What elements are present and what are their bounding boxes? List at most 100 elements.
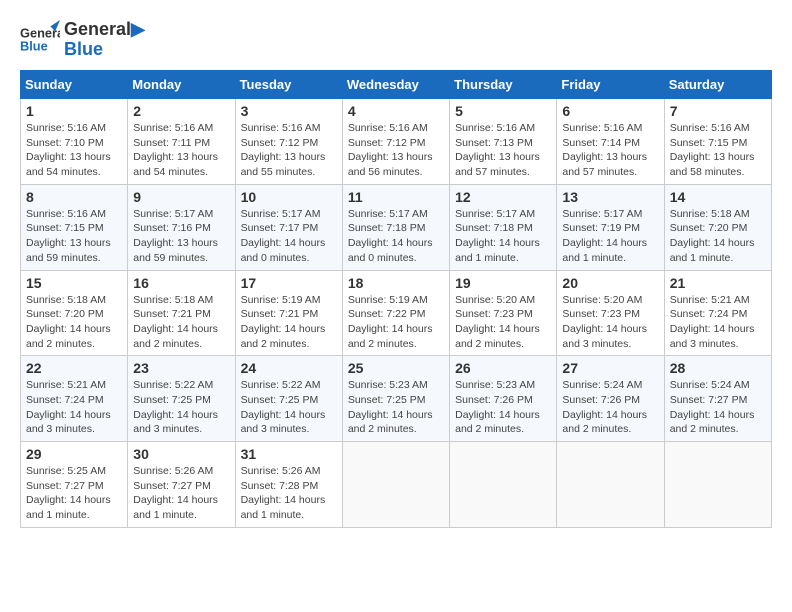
calendar-cell — [557, 442, 664, 528]
day-number: 26 — [455, 360, 551, 376]
calendar-header-row: SundayMondayTuesdayWednesdayThursdayFrid… — [21, 71, 772, 99]
calendar-cell: 17 Sunrise: 5:19 AM Sunset: 7:21 PM Dayli… — [235, 270, 342, 356]
day-info: Sunrise: 5:17 AM Sunset: 7:18 PM Dayligh… — [348, 207, 444, 266]
day-number: 30 — [133, 446, 229, 462]
day-number: 28 — [670, 360, 766, 376]
day-info: Sunrise: 5:26 AM Sunset: 7:28 PM Dayligh… — [241, 464, 337, 523]
day-number: 27 — [562, 360, 658, 376]
calendar-cell: 2 Sunrise: 5:16 AM Sunset: 7:11 PM Daylig… — [128, 99, 235, 185]
day-info: Sunrise: 5:17 AM Sunset: 7:18 PM Dayligh… — [455, 207, 551, 266]
day-info: Sunrise: 5:25 AM Sunset: 7:27 PM Dayligh… — [26, 464, 122, 523]
day-info: Sunrise: 5:22 AM Sunset: 7:25 PM Dayligh… — [133, 378, 229, 437]
day-info: Sunrise: 5:24 AM Sunset: 7:27 PM Dayligh… — [670, 378, 766, 437]
calendar-cell: 5Sunrise: 5:16 AM Sunset: 7:13 PM Daylig… — [450, 99, 557, 185]
calendar-cell: 25Sunrise: 5:23 AM Sunset: 7:25 PM Dayli… — [342, 356, 449, 442]
day-number: 6 — [562, 103, 658, 119]
header-thursday: Thursday — [450, 71, 557, 99]
calendar-cell: 3 Sunrise: 5:16 AM Sunset: 7:12 PM Daylig… — [235, 99, 342, 185]
day-info: Sunrise: 5:16 AM Sunset: 7:15 PM Dayligh… — [26, 207, 122, 266]
day-info: Sunrise: 5:24 AM Sunset: 7:26 PM Dayligh… — [562, 378, 658, 437]
day-info: Sunrise: 5:19 AM Sunset: 7:22 PM Dayligh… — [348, 293, 444, 352]
calendar-cell: 1 Sunrise: 5:16 AM Sunset: 7:10 PM Daylig… — [21, 99, 128, 185]
calendar-cell: 22 Sunrise: 5:21 AM Sunset: 7:24 PM Dayli… — [21, 356, 128, 442]
day-number: 10 — [241, 189, 337, 205]
calendar-cell: 18 Sunrise: 5:19 AM Sunset: 7:22 PM Dayli… — [342, 270, 449, 356]
calendar-cell: 27 Sunrise: 5:24 AM Sunset: 7:26 PM Dayli… — [557, 356, 664, 442]
day-number: 22 — [26, 360, 122, 376]
calendar-cell — [450, 442, 557, 528]
day-number: 21 — [670, 275, 766, 291]
day-info: Sunrise: 5:21 AM Sunset: 7:24 PM Dayligh… — [670, 293, 766, 352]
day-number: 3 — [241, 103, 337, 119]
day-info: Sunrise: 5:16 AM Sunset: 7:12 PM Dayligh… — [241, 121, 337, 180]
calendar-table: SundayMondayTuesdayWednesdayThursdayFrid… — [20, 70, 772, 528]
header-saturday: Saturday — [664, 71, 771, 99]
calendar-cell — [664, 442, 771, 528]
calendar-cell: 11 Sunrise: 5:17 AM Sunset: 7:18 PM Dayli… — [342, 184, 449, 270]
calendar-cell: 29Sunrise: 5:25 AM Sunset: 7:27 PM Dayli… — [21, 442, 128, 528]
day-info: Sunrise: 5:16 AM Sunset: 7:14 PM Dayligh… — [562, 121, 658, 180]
day-info: Sunrise: 5:19 AM Sunset: 7:21 PM Dayligh… — [241, 293, 337, 352]
calendar-cell — [342, 442, 449, 528]
logo: General Blue General▶ Blue — [20, 20, 145, 60]
day-info: Sunrise: 5:22 AM Sunset: 7:25 PM Dayligh… — [241, 378, 337, 437]
day-info: Sunrise: 5:18 AM Sunset: 7:21 PM Dayligh… — [133, 293, 229, 352]
day-info: Sunrise: 5:23 AM Sunset: 7:25 PM Dayligh… — [348, 378, 444, 437]
calendar-cell: 24Sunrise: 5:22 AM Sunset: 7:25 PM Dayli… — [235, 356, 342, 442]
calendar-week-3: 15Sunrise: 5:18 AM Sunset: 7:20 PM Dayli… — [21, 270, 772, 356]
day-number: 1 — [26, 103, 122, 119]
calendar-cell: 12Sunrise: 5:17 AM Sunset: 7:18 PM Dayli… — [450, 184, 557, 270]
day-number: 20 — [562, 275, 658, 291]
calendar-cell: 8 Sunrise: 5:16 AM Sunset: 7:15 PM Daylig… — [21, 184, 128, 270]
day-number: 5 — [455, 103, 551, 119]
day-number: 7 — [670, 103, 766, 119]
calendar-cell: 21 Sunrise: 5:21 AM Sunset: 7:24 PM Dayli… — [664, 270, 771, 356]
day-info: Sunrise: 5:16 AM Sunset: 7:12 PM Dayligh… — [348, 121, 444, 180]
day-info: Sunrise: 5:20 AM Sunset: 7:23 PM Dayligh… — [562, 293, 658, 352]
day-info: Sunrise: 5:16 AM Sunset: 7:10 PM Dayligh… — [26, 121, 122, 180]
day-number: 18 — [348, 275, 444, 291]
day-number: 11 — [348, 189, 444, 205]
day-number: 9 — [133, 189, 229, 205]
day-number: 31 — [241, 446, 337, 462]
header-wednesday: Wednesday — [342, 71, 449, 99]
logo-line1: General▶ — [64, 20, 145, 40]
calendar-cell: 4 Sunrise: 5:16 AM Sunset: 7:12 PM Daylig… — [342, 99, 449, 185]
day-number: 13 — [562, 189, 658, 205]
day-number: 17 — [241, 275, 337, 291]
day-info: Sunrise: 5:17 AM Sunset: 7:16 PM Dayligh… — [133, 207, 229, 266]
calendar-week-2: 8 Sunrise: 5:16 AM Sunset: 7:15 PM Daylig… — [21, 184, 772, 270]
day-number: 19 — [455, 275, 551, 291]
calendar-cell: 31 Sunrise: 5:26 AM Sunset: 7:28 PM Dayli… — [235, 442, 342, 528]
calendar-week-5: 29Sunrise: 5:25 AM Sunset: 7:27 PM Dayli… — [21, 442, 772, 528]
calendar-cell: 6 Sunrise: 5:16 AM Sunset: 7:14 PM Daylig… — [557, 99, 664, 185]
day-number: 4 — [348, 103, 444, 119]
page-header: General Blue General▶ Blue — [20, 20, 772, 60]
day-info: Sunrise: 5:21 AM Sunset: 7:24 PM Dayligh… — [26, 378, 122, 437]
day-info: Sunrise: 5:17 AM Sunset: 7:19 PM Dayligh… — [562, 207, 658, 266]
header-sunday: Sunday — [21, 71, 128, 99]
svg-text:Blue: Blue — [20, 38, 48, 53]
calendar-cell: 23 Sunrise: 5:22 AM Sunset: 7:25 PM Dayli… — [128, 356, 235, 442]
day-number: 23 — [133, 360, 229, 376]
calendar-cell: 15Sunrise: 5:18 AM Sunset: 7:20 PM Dayli… — [21, 270, 128, 356]
day-info: Sunrise: 5:20 AM Sunset: 7:23 PM Dayligh… — [455, 293, 551, 352]
calendar-cell: 13 Sunrise: 5:17 AM Sunset: 7:19 PM Dayli… — [557, 184, 664, 270]
day-number: 14 — [670, 189, 766, 205]
day-number: 8 — [26, 189, 122, 205]
calendar-cell: 9 Sunrise: 5:17 AM Sunset: 7:16 PM Daylig… — [128, 184, 235, 270]
header-friday: Friday — [557, 71, 664, 99]
day-info: Sunrise: 5:26 AM Sunset: 7:27 PM Dayligh… — [133, 464, 229, 523]
calendar-week-4: 22 Sunrise: 5:21 AM Sunset: 7:24 PM Dayli… — [21, 356, 772, 442]
day-info: Sunrise: 5:18 AM Sunset: 7:20 PM Dayligh… — [670, 207, 766, 266]
day-info: Sunrise: 5:17 AM Sunset: 7:17 PM Dayligh… — [241, 207, 337, 266]
logo-icon: General Blue — [20, 20, 60, 60]
calendar-cell: 30 Sunrise: 5:26 AM Sunset: 7:27 PM Dayli… — [128, 442, 235, 528]
header-monday: Monday — [128, 71, 235, 99]
calendar-cell: 10 Sunrise: 5:17 AM Sunset: 7:17 PM Dayli… — [235, 184, 342, 270]
day-info: Sunrise: 5:16 AM Sunset: 7:11 PM Dayligh… — [133, 121, 229, 180]
calendar-cell: 28 Sunrise: 5:24 AM Sunset: 7:27 PM Dayli… — [664, 356, 771, 442]
calendar-week-1: 1 Sunrise: 5:16 AM Sunset: 7:10 PM Daylig… — [21, 99, 772, 185]
day-number: 2 — [133, 103, 229, 119]
day-info: Sunrise: 5:16 AM Sunset: 7:15 PM Dayligh… — [670, 121, 766, 180]
